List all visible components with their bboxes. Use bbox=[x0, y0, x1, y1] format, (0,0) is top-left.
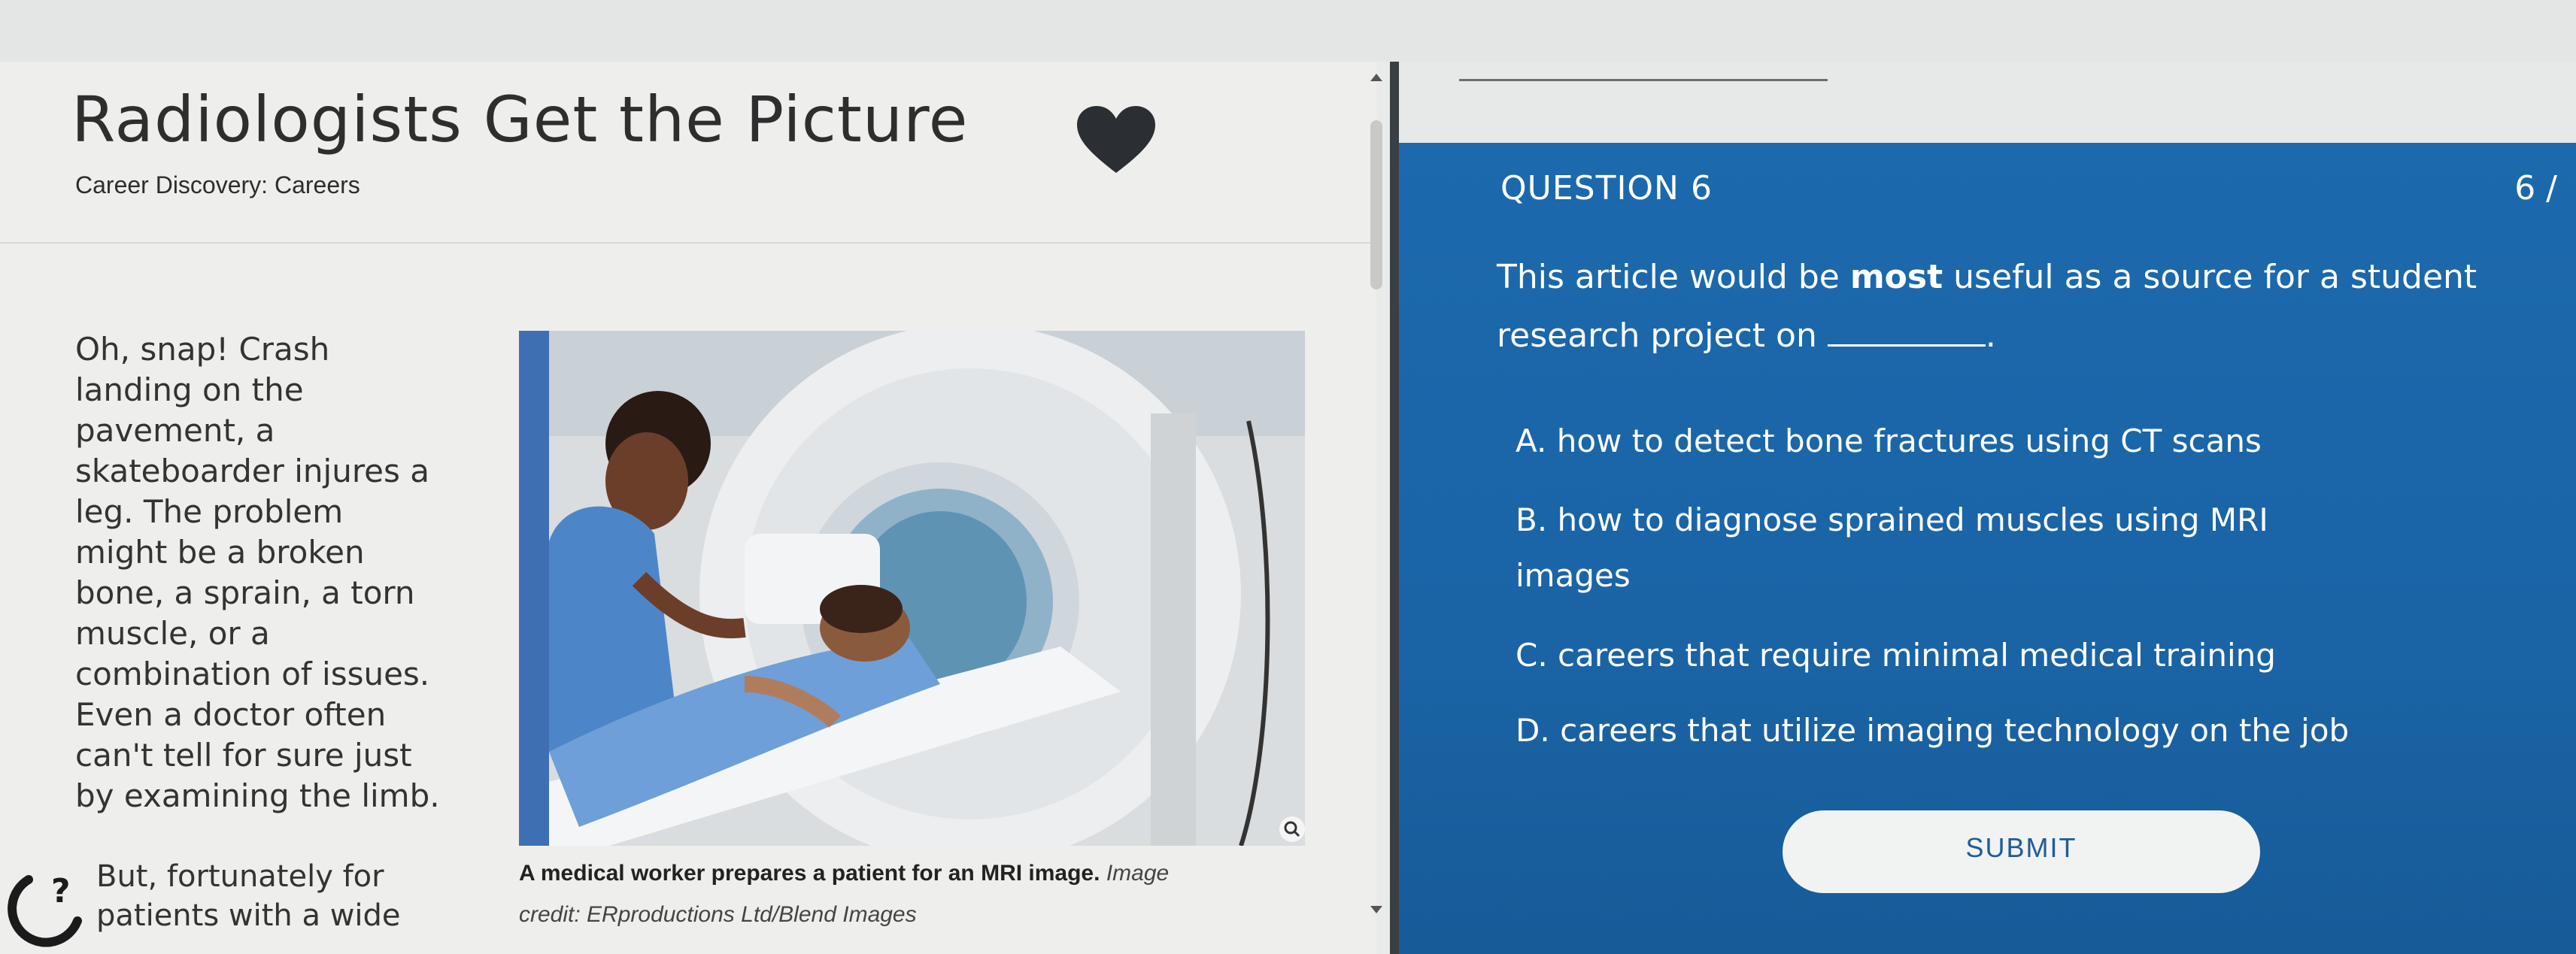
pane-divider[interactable] bbox=[1390, 62, 1399, 954]
question-label: QUESTION 6 bbox=[1500, 169, 1713, 207]
zoom-icon[interactable] bbox=[1279, 816, 1306, 843]
image-credit-2: credit: ERproductions Ltd/Blend Images bbox=[519, 902, 917, 927]
article-paragraph: Oh, snap! Crash landing on the pavement,… bbox=[75, 331, 440, 814]
question-help-icon[interactable]: ? bbox=[6, 865, 89, 947]
article-category: Career Discovery: Careers bbox=[75, 171, 360, 198]
question-panel: QUESTION 6 6 / This article would be mos… bbox=[1399, 143, 2576, 954]
question-text-start: This article would be bbox=[1497, 258, 1850, 296]
article-paragraph-2: But, fortunately for patients with a wid… bbox=[96, 859, 401, 933]
option-letter: B. bbox=[1516, 501, 1548, 538]
header-rule bbox=[1459, 79, 1828, 81]
mri-photo bbox=[519, 331, 1305, 846]
browser-top-strip bbox=[0, 0, 2576, 62]
question-text: This article would be most useful as a s… bbox=[1497, 248, 2535, 365]
option-text: careers that require minimal medical tra… bbox=[1558, 637, 2276, 674]
option-text: how to diagnose sprained muscles using M… bbox=[1516, 501, 2268, 594]
divider-line bbox=[0, 242, 1376, 244]
option-letter: D. bbox=[1516, 712, 1550, 749]
option-b[interactable]: B. how to diagnose sprained muscles usin… bbox=[1516, 492, 2343, 604]
heart-icon[interactable] bbox=[1076, 104, 1157, 175]
scroll-down-arrow[interactable] bbox=[1370, 906, 1382, 913]
question-text-end: . bbox=[1985, 316, 1996, 355]
svg-text:?: ? bbox=[51, 872, 71, 910]
caption-text: A medical worker prepares a patient for … bbox=[519, 861, 1100, 886]
question-header-area bbox=[1399, 62, 2576, 144]
scrollbar-thumb[interactable] bbox=[1370, 120, 1382, 289]
image-credit-1: Image bbox=[1106, 861, 1170, 886]
option-text: how to detect bone fractures using CT sc… bbox=[1556, 422, 2262, 459]
option-text: careers that utilize imaging technology … bbox=[1560, 712, 2350, 749]
option-c[interactable]: C. careers that require minimal medical … bbox=[1516, 628, 2523, 683]
question-count: 6 / bbox=[2514, 169, 2557, 207]
option-letter: C. bbox=[1516, 637, 1548, 674]
option-d[interactable]: D. careers that utilize imaging technolo… bbox=[1516, 703, 2523, 759]
article-title: Radiologists Get the Picture bbox=[71, 83, 969, 156]
option-letter: A. bbox=[1516, 422, 1547, 459]
scroll-up-arrow[interactable] bbox=[1370, 74, 1382, 81]
option-a[interactable]: A. how to detect bone fractures using CT… bbox=[1516, 413, 2523, 469]
question-emphasis: most bbox=[1849, 258, 1943, 296]
image-caption: A medical worker prepares a patient for … bbox=[519, 861, 1169, 886]
answer-blank bbox=[1827, 316, 1986, 347]
submit-button[interactable]: SUBMIT bbox=[1783, 810, 2260, 893]
